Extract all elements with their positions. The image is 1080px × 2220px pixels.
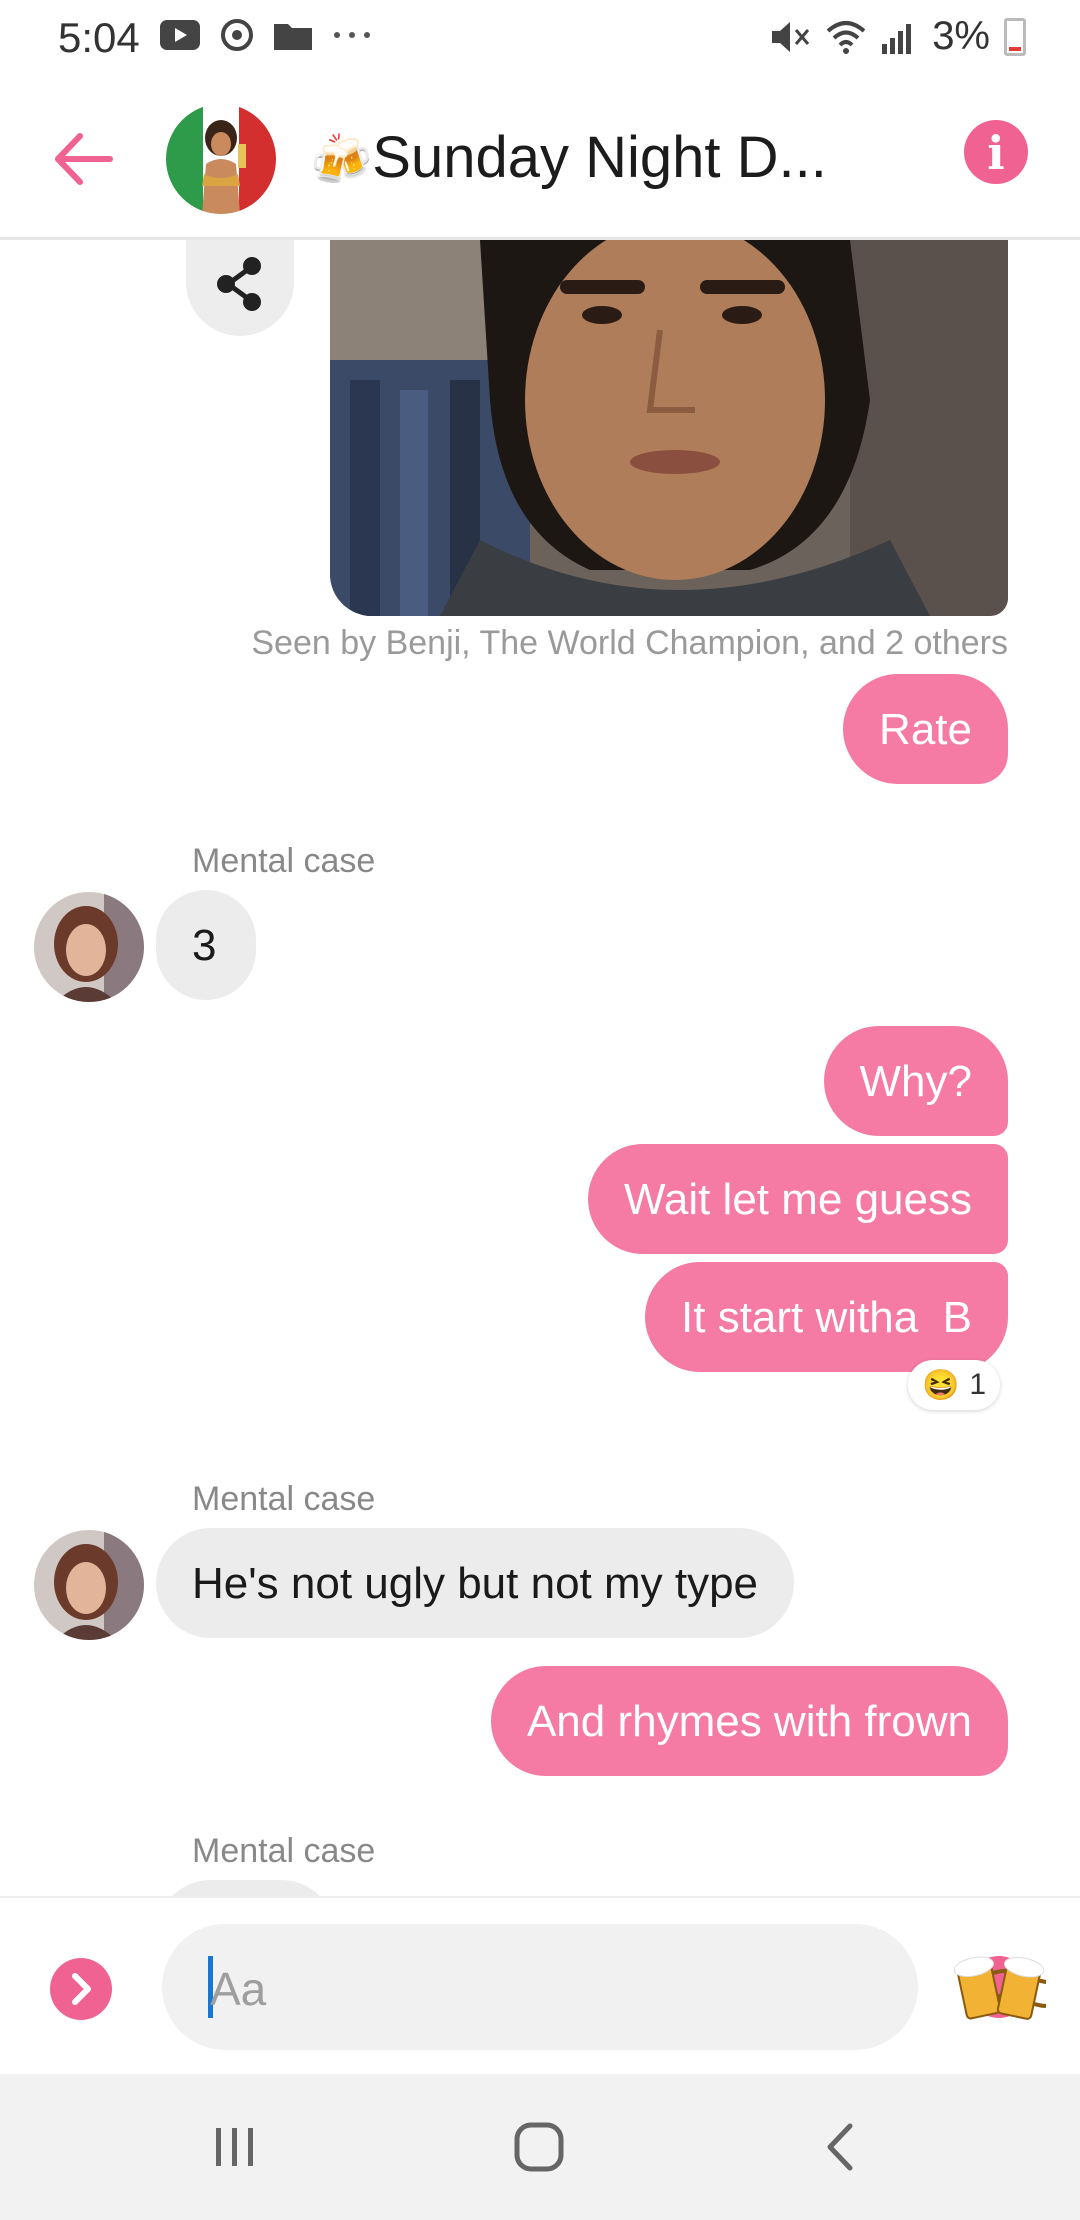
info-icon: i xyxy=(987,126,1005,180)
outgoing-message[interactable]: Why? xyxy=(823,1026,1008,1136)
battery-percent: 3% xyxy=(932,14,990,58)
seen-receipt: Seen by Benji, The World Champion, and 2… xyxy=(251,624,1008,662)
message-input[interactable]: Aa xyxy=(162,1924,1030,2050)
folder-icon xyxy=(274,24,312,50)
share-button[interactable] xyxy=(186,240,294,336)
chat-header: 🍻Sunday Night D... i xyxy=(0,78,1080,240)
status-bar: 5:04 3% xyxy=(0,0,1080,78)
reaction-badge[interactable]: 😆 1 xyxy=(907,1360,1000,1410)
wifi-icon xyxy=(826,20,866,54)
message-input-placeholder: Aa xyxy=(210,1963,267,2015)
share-icon xyxy=(217,257,261,311)
beer-emoji-icon: 🍻 xyxy=(310,132,373,188)
system-nav-bar xyxy=(0,2074,1080,2220)
more-icon xyxy=(334,32,370,38)
shared-photo[interactable] xyxy=(330,240,1008,616)
sender-name: Mental case xyxy=(192,1832,376,1870)
status-time: 5:04 xyxy=(58,14,140,61)
incoming-message[interactable]: He's not ugly but not my type xyxy=(156,1528,795,1638)
avatar[interactable] xyxy=(34,892,144,1002)
expand-actions-button[interactable] xyxy=(50,1958,112,2020)
avatar[interactable] xyxy=(34,1530,144,1640)
recent-apps-icon[interactable] xyxy=(210,2122,260,2172)
home-icon[interactable] xyxy=(512,2120,566,2174)
messenger-icon xyxy=(221,19,253,51)
outgoing-message[interactable]: Rate xyxy=(843,674,1008,784)
outgoing-message[interactable]: It start witha B xyxy=(645,1262,1008,1372)
signal-icon xyxy=(882,23,912,54)
youtube-icon xyxy=(160,20,200,50)
beer-emoji-button[interactable] xyxy=(952,1946,1046,2026)
group-avatar[interactable] xyxy=(166,104,276,214)
laughing-emoji-icon: 😆 xyxy=(921,1368,960,1402)
battery-icon xyxy=(1004,17,1026,56)
back-arrow-icon[interactable] xyxy=(50,126,116,192)
chevron-right-icon xyxy=(72,1973,91,2005)
incoming-message[interactable]: 3 xyxy=(156,890,256,1000)
incoming-message-partial[interactable] xyxy=(156,1880,336,1896)
chat-title[interactable]: 🍻Sunday Night D... xyxy=(310,124,827,191)
composer-bar: Aa xyxy=(0,1896,1080,2074)
mute-icon xyxy=(772,21,810,52)
back-icon[interactable] xyxy=(820,2122,860,2172)
chat-title-text: Sunday Night D... xyxy=(372,125,827,190)
outgoing-message[interactable]: Wait let me guess xyxy=(587,1144,1008,1254)
sender-name: Mental case xyxy=(192,1480,376,1518)
message-list[interactable]: Seen by Benji, The World Champion, and 2… xyxy=(0,240,1080,1896)
outgoing-message[interactable]: And rhymes with frown xyxy=(490,1666,1008,1776)
sender-name: Mental case xyxy=(192,842,376,880)
info-button[interactable]: i xyxy=(964,120,1028,184)
reaction-count: 1 xyxy=(969,1368,986,1401)
